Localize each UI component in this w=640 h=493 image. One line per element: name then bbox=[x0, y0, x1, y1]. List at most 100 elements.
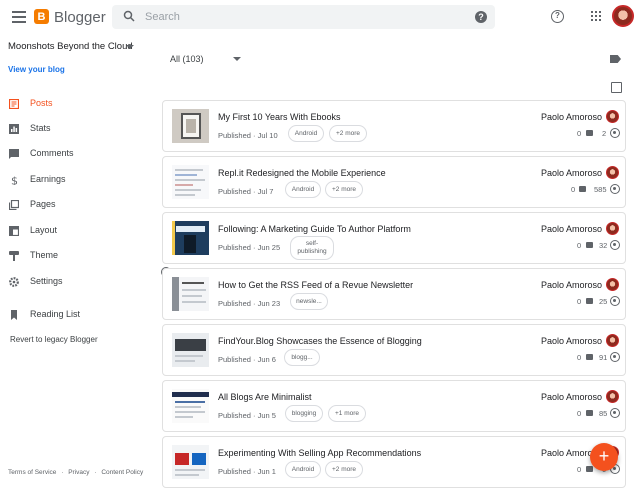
post-title[interactable]: All Blogs Are Minimalist bbox=[218, 392, 312, 402]
views-icon bbox=[610, 240, 620, 250]
sidebar-item-reading-list[interactable]: Reading List bbox=[0, 306, 150, 324]
pages-icon bbox=[9, 200, 19, 210]
sidebar-item-theme[interactable]: Theme bbox=[0, 247, 150, 265]
comment-count: 0 bbox=[577, 465, 582, 474]
post-row[interactable]: Experimenting With Selling App Recommend… bbox=[162, 436, 626, 488]
label-chip[interactable]: Android bbox=[285, 461, 321, 478]
view-blog-link[interactable]: View your blog bbox=[8, 65, 65, 74]
sidebar-item-pages[interactable]: Pages bbox=[0, 196, 150, 214]
select-all-checkbox[interactable] bbox=[611, 82, 622, 93]
label-icon[interactable] bbox=[610, 55, 621, 63]
sidebar-item-comments[interactable]: Comments bbox=[0, 145, 150, 163]
post-author: Paolo Amoroso bbox=[541, 336, 603, 346]
more-labels-chip[interactable]: +2 more bbox=[325, 461, 363, 478]
search-box[interactable]: ? bbox=[112, 5, 495, 29]
label-chip[interactable]: Android bbox=[288, 125, 324, 142]
label-chip[interactable]: self-publishing bbox=[290, 236, 334, 260]
comment-icon bbox=[586, 410, 593, 416]
theme-icon bbox=[9, 251, 19, 261]
post-thumbnail bbox=[172, 277, 209, 311]
sidebar-item-settings[interactable]: Settings bbox=[0, 273, 150, 291]
post-thumbnail bbox=[172, 333, 209, 367]
revert-legacy-label: Revert to legacy Blogger bbox=[10, 335, 98, 344]
post-title[interactable]: How to Get the RSS Feed of a Revue Newsl… bbox=[218, 280, 413, 290]
layout-icon bbox=[9, 226, 19, 236]
comment-count: 0 bbox=[577, 353, 582, 362]
post-thumbnail bbox=[172, 445, 209, 479]
sidebar-item-label: Comments bbox=[30, 148, 74, 158]
sidebar-item-posts[interactable]: Posts bbox=[0, 95, 150, 113]
label-chip[interactable]: blogging bbox=[285, 405, 323, 422]
post-thumbnail bbox=[172, 389, 209, 423]
author-avatar bbox=[606, 222, 619, 235]
sidebar-item-label: Pages bbox=[30, 199, 56, 209]
label-chip[interactable]: blogg... bbox=[284, 349, 320, 366]
post-row[interactable]: How to Get the RSS Feed of a Revue Newsl… bbox=[162, 268, 626, 320]
views-icon bbox=[610, 408, 620, 418]
account-avatar[interactable] bbox=[612, 5, 634, 27]
revert-legacy-link[interactable]: Revert to legacy Blogger bbox=[0, 332, 150, 350]
more-labels-chip[interactable]: +2 more bbox=[325, 181, 363, 198]
comment-icon bbox=[579, 186, 586, 192]
comment-count: 0 bbox=[571, 185, 576, 194]
views-icon bbox=[610, 128, 620, 138]
sidebar-item-label: Posts bbox=[30, 98, 53, 108]
post-status: Published · Jul 10 bbox=[218, 131, 278, 140]
view-count: 2 bbox=[602, 129, 607, 138]
label-chip[interactable]: Android bbox=[285, 181, 321, 198]
stats-icon bbox=[9, 124, 19, 134]
new-post-button[interactable]: + bbox=[590, 443, 618, 471]
post-author: Paolo Amoroso bbox=[541, 168, 603, 178]
views-icon bbox=[610, 352, 620, 362]
menu-icon[interactable] bbox=[12, 11, 26, 23]
sidebar-item-label: Settings bbox=[30, 276, 63, 286]
footer-separator: · bbox=[94, 469, 97, 476]
view-count: 85 bbox=[599, 409, 608, 418]
search-icon bbox=[123, 10, 135, 22]
sidebar-item-stats[interactable]: Stats bbox=[0, 120, 150, 138]
help-icon[interactable]: ? bbox=[551, 10, 564, 23]
author-avatar bbox=[606, 334, 619, 347]
post-row[interactable]: All Blogs Are Minimalist Published · Jun… bbox=[162, 380, 626, 432]
blog-selector-caret-icon[interactable] bbox=[126, 45, 134, 49]
post-row[interactable]: Repl.it Redesigned the Mobile Experience… bbox=[162, 156, 626, 208]
apps-grid-icon[interactable] bbox=[591, 11, 601, 21]
post-author: Paolo Amoroso bbox=[541, 280, 603, 290]
sidebar-item-earnings[interactable]: $ Earnings bbox=[0, 171, 150, 189]
terms-link[interactable]: Terms of Service bbox=[8, 469, 56, 476]
author-avatar bbox=[606, 390, 619, 403]
view-count: 25 bbox=[599, 297, 608, 306]
post-title[interactable]: My First 10 Years With Ebooks bbox=[218, 112, 341, 122]
label-chip[interactable]: newsle... bbox=[290, 293, 328, 310]
post-thumbnail bbox=[172, 109, 209, 143]
post-status: Published · Jun 5 bbox=[218, 411, 276, 420]
sidebar-item-layout[interactable]: Layout bbox=[0, 222, 150, 240]
more-labels-chip[interactable]: +1 more bbox=[328, 405, 366, 422]
post-row[interactable]: FindYour.Blog Showcases the Essence of B… bbox=[162, 324, 626, 376]
views-icon bbox=[610, 184, 620, 194]
view-count: 32 bbox=[599, 241, 608, 250]
more-labels-chip[interactable]: +2 more bbox=[329, 125, 367, 142]
author-avatar bbox=[606, 166, 619, 179]
post-author: Paolo Amoroso bbox=[541, 224, 603, 234]
settings-icon bbox=[9, 277, 19, 287]
footer-links: Terms of Service · Privacy · Content Pol… bbox=[8, 469, 146, 476]
post-title[interactable]: Experimenting With Selling App Recommend… bbox=[218, 448, 421, 458]
post-row[interactable]: Following: A Marketing Guide To Author P… bbox=[162, 212, 626, 264]
comment-count: 0 bbox=[577, 241, 582, 250]
search-input[interactable] bbox=[145, 9, 445, 25]
post-status: Published · Jul 7 bbox=[218, 187, 274, 196]
post-title[interactable]: Following: A Marketing Guide To Author P… bbox=[218, 224, 411, 234]
top-bar: B Blogger ? ? bbox=[0, 0, 640, 34]
post-row[interactable]: My First 10 Years With Ebooks Published … bbox=[162, 100, 626, 152]
post-title[interactable]: FindYour.Blog Showcases the Essence of B… bbox=[218, 336, 422, 346]
privacy-link[interactable]: Privacy bbox=[68, 469, 89, 476]
filter-caret-icon[interactable] bbox=[233, 57, 241, 61]
search-help-icon[interactable]: ? bbox=[475, 11, 487, 23]
comment-icon bbox=[586, 298, 593, 304]
post-title[interactable]: Repl.it Redesigned the Mobile Experience bbox=[218, 168, 386, 178]
post-filter-select[interactable]: All (103) bbox=[170, 54, 204, 64]
author-avatar bbox=[606, 110, 619, 123]
content-policy-link[interactable]: Content Policy bbox=[101, 469, 143, 476]
blog-selector[interactable]: Moonshots Beyond the Cloud bbox=[8, 41, 133, 52]
